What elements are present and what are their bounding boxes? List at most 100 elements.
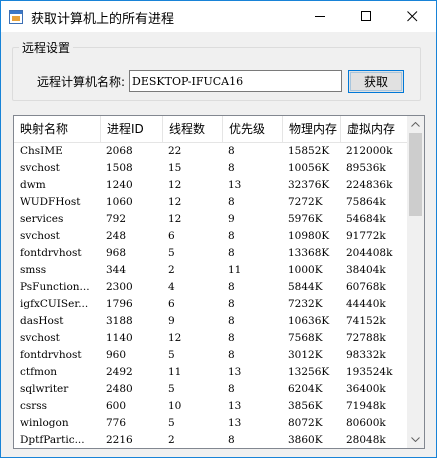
table-row[interactable]: igfxCUISer... 1796 6 8 7232K 44440k: [14, 296, 408, 313]
cell-process-id: 2492: [106, 366, 133, 378]
cell-priority: 8: [228, 162, 235, 174]
cell-physical-memory: 10980K: [288, 230, 330, 242]
cell-virtual-memory: 36400k: [346, 383, 386, 395]
table-row[interactable]: smss 344 2 11 1000K 38404k: [14, 262, 408, 279]
group-title: 远程设置: [22, 41, 71, 55]
cell-process-id: 1060: [106, 196, 133, 208]
cell-physical-memory: 10056K: [288, 162, 330, 174]
cell-virtual-memory: 44440k: [346, 298, 386, 310]
table-row[interactable]: sqlwriter 2480 5 8 6204K 36400k: [14, 381, 408, 398]
minimize-icon: [315, 16, 325, 17]
cell-physical-memory: 1000K: [288, 264, 323, 276]
cell-physical-memory: 10636K: [288, 315, 330, 327]
cell-thread-count: 5: [168, 417, 175, 429]
app-window: 获取计算机上的所有进程 远程设置 远程计算机名称: 获取 映射名称进程ID线程数…: [0, 0, 437, 458]
cell-process-id: 2068: [106, 145, 133, 157]
cell-physical-memory: 7568K: [288, 332, 323, 344]
cell-thread-count: 12: [168, 196, 182, 208]
cell-image-name: dasHost: [20, 315, 64, 327]
cell-process-id: 2300: [106, 281, 133, 293]
scroll-up-button[interactable]: [407, 116, 424, 133]
col-virtual-memory-header[interactable]: 虚拟内存: [340, 116, 408, 142]
table-row[interactable]: svchost 1140 12 8 7568K 72788k: [14, 330, 408, 347]
cell-priority: 13: [228, 417, 242, 429]
table-row[interactable]: ctfmon 2492 11 13 13256K 193524k: [14, 364, 408, 381]
get-button[interactable]: 获取: [348, 70, 404, 93]
cell-thread-count: 15: [168, 162, 182, 174]
close-button[interactable]: [390, 1, 436, 32]
cell-image-name: winlogon: [20, 417, 69, 429]
cell-virtual-memory: 38404k: [346, 264, 386, 276]
vertical-scrollbar[interactable]: [407, 116, 424, 448]
col-thread-count-header[interactable]: 线程数: [162, 116, 222, 142]
cell-priority: 13: [228, 366, 242, 378]
cell-physical-memory: 3860K: [288, 434, 323, 446]
table-row[interactable]: DptfPartic... 2216 2 8 3860K 28048k: [14, 432, 408, 448]
cell-priority: 8: [228, 196, 235, 208]
cell-process-id: 1508: [106, 162, 133, 174]
cell-thread-count: 5: [168, 383, 175, 395]
cell-thread-count: 4: [168, 281, 175, 293]
cell-image-name: ChsIME: [20, 145, 63, 157]
scrollbar-thumb[interactable]: [409, 133, 422, 216]
cell-physical-memory: 8072K: [288, 417, 323, 429]
cell-virtual-memory: 89536k: [346, 162, 386, 174]
cell-physical-memory: 5844K: [288, 281, 323, 293]
cell-image-name: igfxCUISer...: [20, 298, 89, 310]
cell-priority: 8: [228, 332, 235, 344]
cell-virtual-memory: 224836k: [346, 179, 393, 191]
cell-image-name: ctfmon: [20, 366, 58, 378]
cell-physical-memory: 13256K: [288, 366, 330, 378]
scroll-down-button[interactable]: [407, 431, 424, 448]
cell-priority: 8: [228, 230, 235, 242]
cell-image-name: csrss: [20, 400, 48, 412]
cell-thread-count: 9: [168, 315, 175, 327]
cell-virtual-memory: 193524k: [346, 366, 393, 378]
cell-priority: 8: [228, 281, 235, 293]
table-row[interactable]: PsFunction... 2300 4 8 5844K 60768k: [14, 279, 408, 296]
cell-virtual-memory: 98332k: [346, 349, 386, 361]
cell-process-id: 344: [106, 264, 127, 276]
cell-image-name: svchost: [20, 230, 60, 242]
col-priority-header[interactable]: 优先级: [222, 116, 282, 142]
cell-virtual-memory: 74152k: [346, 315, 386, 327]
cell-image-name: fontdrvhost: [20, 349, 82, 361]
table-row[interactable]: WUDFHost 1060 12 8 7272K 75864k: [14, 194, 408, 211]
process-list[interactable]: 映射名称 进程ID 线程数 优先级 物理内存 虚拟内存 ChsIME 2068 22 8 1585…: [13, 115, 425, 449]
table-row[interactable]: fontdrvhost 968 5 8 13368K 204408k: [14, 245, 408, 262]
cell-thread-count: 6: [168, 298, 175, 310]
table-row[interactable]: winlogon 776 5 13 8072K 80600k: [14, 415, 408, 432]
cell-virtual-memory: 80600k: [346, 417, 386, 429]
cell-physical-memory: 7232K: [288, 298, 323, 310]
table-row[interactable]: csrss 600 10 13 3856K 71948k: [14, 398, 408, 415]
table-row[interactable]: services 792 12 9 5976K 54684k: [14, 211, 408, 228]
cell-physical-memory: 7272K: [288, 196, 323, 208]
cell-image-name: svchost: [20, 162, 60, 174]
table-row[interactable]: fontdrvhost 960 5 8 3012K 98332k: [14, 347, 408, 364]
title-bar[interactable]: 获取计算机上的所有进程: [1, 1, 436, 32]
cell-process-id: 960: [106, 349, 127, 361]
cell-physical-memory: 3856K: [288, 400, 323, 412]
cell-image-name: sqlwriter: [20, 383, 69, 395]
minimize-button[interactable]: [298, 1, 344, 32]
maximize-button[interactable]: [344, 1, 390, 32]
table-row[interactable]: dwm 1240 12 13 32376K 224836k: [14, 177, 408, 194]
remote-computer-input[interactable]: [129, 70, 342, 92]
cell-process-id: 600: [106, 400, 127, 412]
table-row[interactable]: svchost 1508 15 8 10056K 89536k: [14, 160, 408, 177]
cell-process-id: 776: [106, 417, 127, 429]
cell-image-name: fontdrvhost: [20, 247, 82, 259]
cell-physical-memory: 32376K: [288, 179, 330, 191]
cell-process-id: 968: [106, 247, 127, 259]
col-image-name-header[interactable]: 映射名称: [14, 116, 100, 142]
cell-image-name: WUDFHost: [20, 196, 81, 208]
cell-image-name: services: [20, 213, 64, 225]
col-physical-memory-header[interactable]: 物理内存: [282, 116, 340, 142]
table-row[interactable]: dasHost 3188 9 8 10636K 74152k: [14, 313, 408, 330]
cell-virtual-memory: 212000k: [346, 145, 393, 157]
table-row[interactable]: ChsIME 2068 22 8 15852K 212000k: [14, 143, 408, 160]
table-row[interactable]: svchost 248 6 8 10980K 91772k: [14, 228, 408, 245]
cell-priority: 8: [228, 145, 235, 157]
cell-priority: 11: [228, 264, 242, 276]
col-process-id-header[interactable]: 进程ID: [100, 116, 162, 142]
